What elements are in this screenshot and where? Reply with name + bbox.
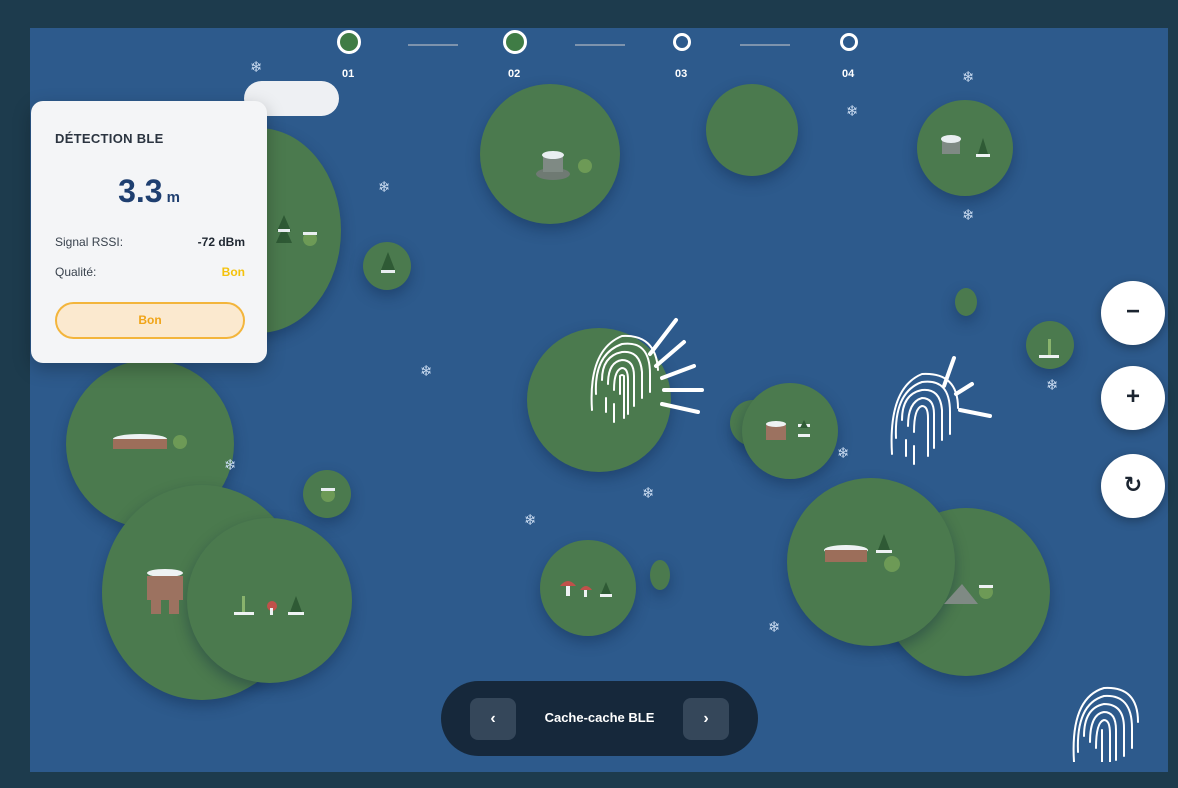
island	[650, 560, 670, 590]
app-frame: ❄ ❄ ❄ ❄ ❄ ❄ ❄ ❄ ❄ ❄ ❄ ❄ 01 02 03 04 DÉTE…	[0, 0, 1178, 788]
bush-prop	[321, 488, 335, 502]
fingerprint-icon[interactable]	[566, 314, 706, 444]
snowflake-icon: ❄	[224, 457, 237, 474]
stump-prop	[147, 569, 183, 614]
stump-prop	[941, 135, 990, 157]
quality-label: Qualité:	[55, 265, 97, 279]
step-3-indicator[interactable]	[673, 33, 691, 51]
snowflake-icon: ❄	[1046, 377, 1059, 394]
step-2-label: 02	[508, 68, 521, 80]
pool-prop	[824, 534, 900, 572]
pool-prop	[113, 434, 187, 449]
quality-value: Bon	[221, 265, 245, 279]
tree-prop	[276, 215, 317, 246]
snowflake-icon: ❄	[524, 512, 537, 529]
rssi-label: Signal RSSI:	[55, 235, 124, 249]
snowflake-icon: ❄	[642, 485, 655, 502]
distance-unit: m	[166, 189, 180, 206]
next-level-button[interactable]: ›	[683, 698, 729, 740]
mushroom-prop	[560, 581, 612, 597]
island	[955, 288, 977, 316]
snowflake-icon: ❄	[378, 179, 391, 196]
stump-prop	[536, 151, 592, 180]
rock-prop	[944, 584, 993, 604]
zoom-in-button[interactable]: +	[1101, 366, 1165, 430]
snowflake-icon: ❄	[250, 59, 263, 76]
fingerprint-icon[interactable]	[1066, 676, 1142, 762]
fingerprint-icon[interactable]	[882, 354, 994, 472]
reset-view-button[interactable]: ↻	[1101, 454, 1165, 518]
quality-button[interactable]: Bon	[55, 302, 245, 339]
sprout-prop	[1039, 339, 1059, 358]
step-4-label: 04	[842, 68, 855, 80]
step-4-indicator[interactable]	[840, 33, 858, 51]
distance-value: 3.3	[118, 173, 163, 209]
step-3-label: 03	[675, 68, 688, 80]
step-1-label: 01	[342, 68, 355, 80]
rssi-row: Signal RSSI: -72 dBm	[55, 235, 245, 249]
snowflake-icon: ❄	[420, 363, 433, 380]
stepper-connector	[575, 44, 625, 46]
rssi-value: -72 dBm	[197, 235, 245, 249]
stepper-connector	[408, 44, 458, 46]
snowflake-icon: ❄	[768, 619, 781, 636]
island	[706, 84, 798, 176]
stump-prop	[766, 420, 810, 440]
level-navigation: ‹ Cache-cache BLE ›	[441, 681, 758, 756]
panel-title: DÉTECTION BLE	[55, 131, 164, 146]
ble-detection-panel: DÉTECTION BLE 3.3 m Signal RSSI: -72 dBm …	[31, 101, 267, 363]
step-1-indicator[interactable]	[337, 30, 361, 54]
stepper-connector	[740, 44, 790, 46]
snowflake-icon: ❄	[846, 103, 859, 120]
quality-row: Qualité: Bon	[55, 265, 245, 279]
step-2-indicator[interactable]	[503, 30, 527, 54]
snowflake-icon: ❄	[962, 69, 975, 86]
sprout-prop	[234, 596, 304, 615]
zoom-out-button[interactable]: −	[1101, 281, 1165, 345]
distance-readout: 3.3 m	[31, 173, 267, 210]
snowflake-icon: ❄	[837, 445, 850, 462]
snowflake-icon: ❄	[962, 207, 975, 224]
tree-prop	[381, 252, 395, 273]
